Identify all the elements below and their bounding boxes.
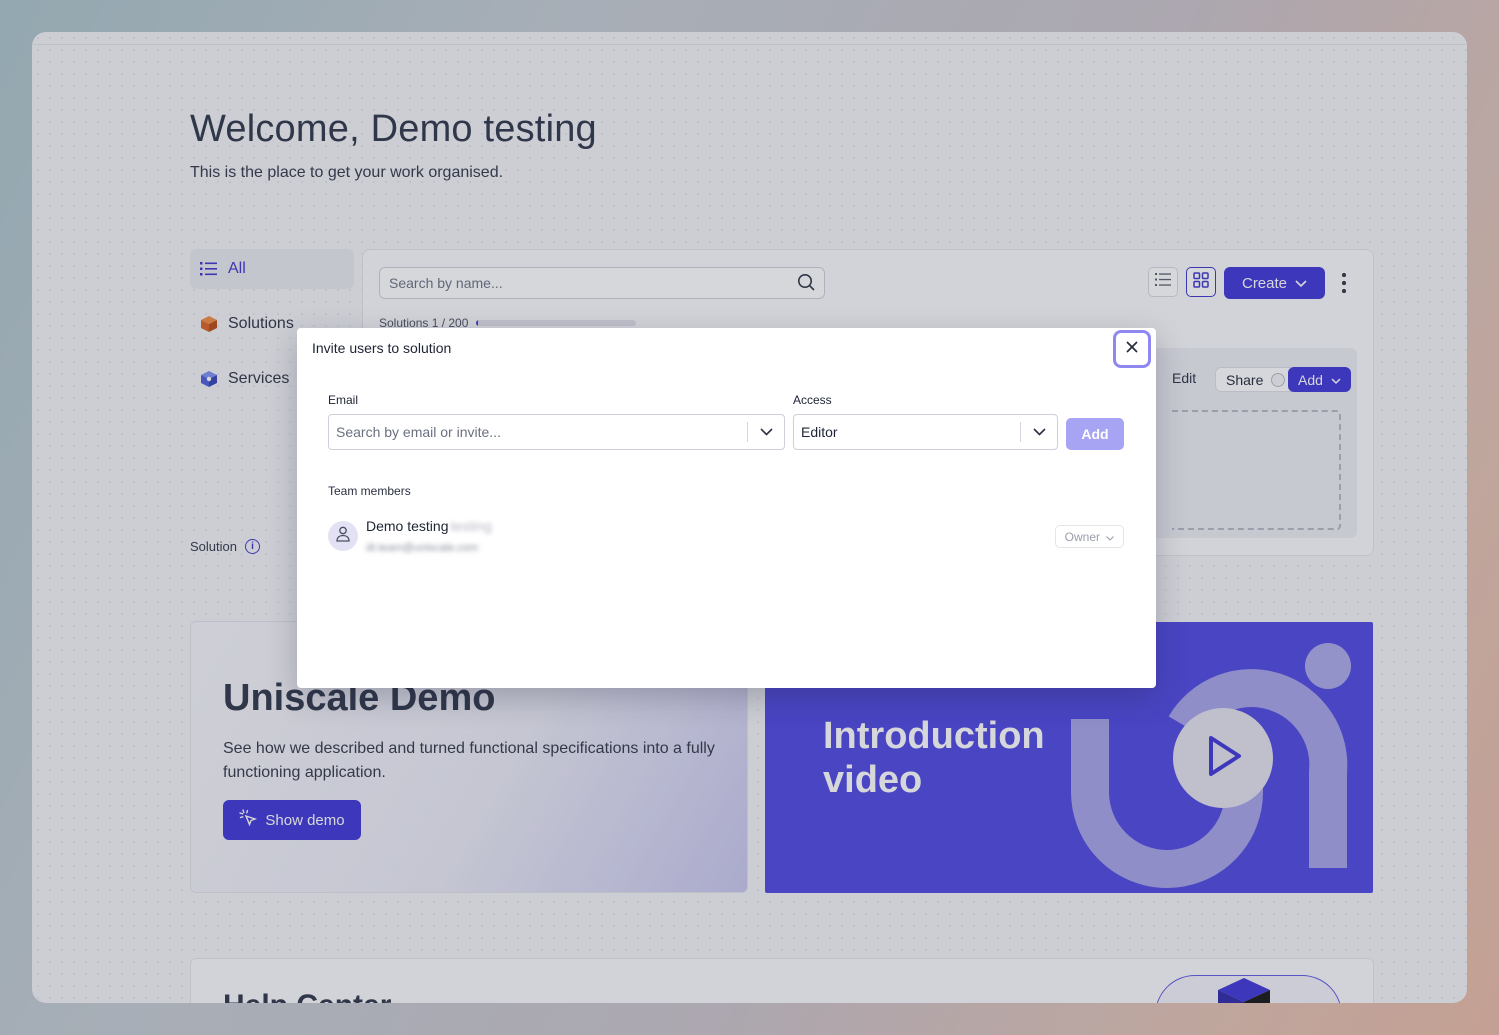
member-email: dt.team@uniscale.com [366, 542, 479, 554]
team-members-label: Team members [328, 484, 411, 498]
close-icon [1126, 340, 1138, 358]
user-icon [336, 526, 350, 547]
chevron-down-icon [1106, 530, 1114, 544]
close-button[interactable] [1113, 330, 1151, 368]
modal-title: Invite users to solution [312, 340, 452, 356]
list-item: Demo testing testing dt.team@uniscale.com… [328, 518, 1124, 558]
access-label: Access [793, 393, 832, 407]
member-name: Demo testing testing [366, 518, 492, 534]
member-name-text: Demo testing [366, 518, 449, 534]
avatar [328, 521, 358, 551]
chevron-down-icon[interactable] [748, 428, 784, 436]
access-value: Editor [801, 424, 838, 440]
add-user-button[interactable]: Add [1066, 418, 1124, 450]
member-name-suffix: testing [450, 518, 492, 534]
email-placeholder: Search by email or invite... [336, 424, 501, 440]
email-label: Email [328, 393, 359, 407]
invite-users-modal: Invite users to solution Email Search by… [297, 328, 1156, 688]
role-select[interactable]: Owner [1054, 525, 1124, 548]
access-select[interactable]: Editor [793, 414, 1058, 450]
role-value: Owner [1064, 529, 1100, 544]
chevron-down-icon[interactable] [1021, 428, 1057, 436]
email-field[interactable]: Search by email or invite... [328, 414, 785, 450]
